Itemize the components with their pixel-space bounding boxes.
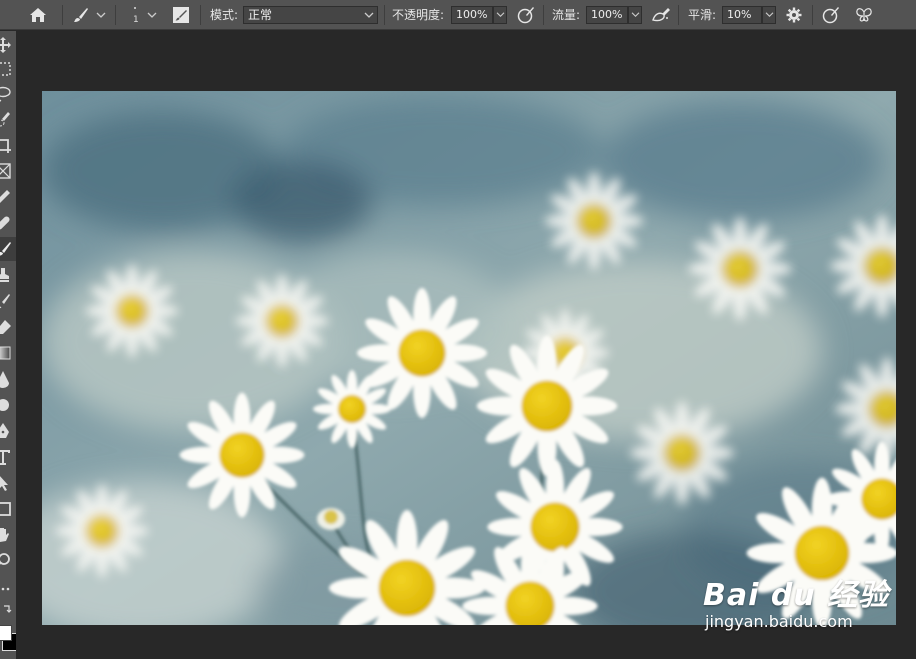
shape-icon bbox=[0, 502, 11, 516]
history-brush-icon bbox=[0, 294, 10, 309]
tool-move[interactable] bbox=[0, 33, 16, 57]
path-select-icon bbox=[0, 476, 8, 491]
tools-panel bbox=[0, 31, 16, 659]
flow-value: 100% bbox=[591, 8, 623, 21]
color-swatches[interactable] bbox=[0, 621, 16, 653]
zoom-icon bbox=[0, 553, 10, 565]
tool-crop[interactable] bbox=[0, 133, 16, 157]
pressure-opacity-icon bbox=[517, 6, 534, 23]
flow-label: 流量: bbox=[552, 8, 581, 22]
frame-icon bbox=[0, 163, 11, 179]
eyedropper-icon bbox=[0, 190, 10, 203]
smoothing-options-button[interactable] bbox=[786, 0, 802, 29]
tool-preset-picker[interactable] bbox=[72, 0, 106, 29]
crop-icon bbox=[0, 139, 11, 153]
chevron-down-icon bbox=[364, 12, 374, 18]
tool-marquee[interactable] bbox=[0, 57, 16, 81]
butterfly-icon bbox=[856, 7, 872, 22]
pressure-opacity-button[interactable] bbox=[517, 0, 535, 29]
chevron-down-icon bbox=[631, 12, 639, 18]
color-swatches-icon bbox=[0, 621, 16, 653]
foreground-color-swatch[interactable] bbox=[0, 625, 12, 641]
tool-lasso[interactable] bbox=[0, 82, 16, 106]
flow-dropdown[interactable] bbox=[628, 5, 642, 24]
opacity-dropdown[interactable] bbox=[493, 5, 507, 24]
tool-eyedropper[interactable] bbox=[0, 185, 16, 209]
brush-tip-dot bbox=[134, 7, 136, 9]
healing-icon bbox=[0, 216, 10, 230]
daisy-photo bbox=[42, 91, 896, 625]
brush-settings-toggle[interactable] bbox=[172, 0, 190, 29]
more-icon bbox=[1, 587, 10, 591]
hand-icon bbox=[0, 528, 9, 542]
tool-dodge[interactable] bbox=[0, 393, 16, 417]
brush-icon bbox=[74, 7, 88, 22]
eraser-icon bbox=[0, 320, 11, 334]
tool-blur[interactable] bbox=[0, 367, 16, 391]
tool-gradient[interactable] bbox=[0, 341, 16, 365]
opacity-input[interactable]: 100% bbox=[451, 5, 493, 24]
lasso-icon bbox=[0, 86, 11, 102]
move-icon bbox=[0, 37, 11, 53]
smoothing-dropdown[interactable] bbox=[762, 5, 776, 24]
watermark-logo: Bai du 经验 bbox=[703, 578, 890, 613]
brush-size-picker[interactable]: 1 bbox=[125, 0, 165, 29]
tool-type[interactable] bbox=[0, 445, 16, 469]
blur-icon bbox=[0, 371, 9, 388]
tool-shape[interactable] bbox=[0, 497, 16, 521]
tool-quick-select[interactable] bbox=[0, 107, 16, 131]
document-canvas-image[interactable] bbox=[42, 91, 896, 625]
airbrush-icon bbox=[652, 7, 670, 21]
tool-zoom[interactable] bbox=[0, 549, 16, 573]
marquee-icon bbox=[0, 62, 11, 76]
smoothing-value: 10% bbox=[727, 8, 752, 21]
brush-icon bbox=[0, 242, 11, 256]
symmetry-button[interactable] bbox=[855, 0, 873, 29]
opacity-label: 不透明度: bbox=[392, 8, 445, 22]
tool-frame[interactable] bbox=[0, 159, 16, 183]
chevron-down-icon bbox=[96, 12, 106, 18]
pen-icon bbox=[0, 423, 9, 438]
options-bar: 1 模式: 正常 不透明度: 100% 流量: 100% 平滑: 10% bbox=[0, 0, 916, 30]
opacity-value: 100% bbox=[456, 8, 488, 21]
blend-mode-select[interactable]: 正常 bbox=[243, 0, 378, 29]
brush-size-value: 1 bbox=[133, 15, 139, 25]
flow-input[interactable]: 100% bbox=[586, 5, 628, 24]
dodge-icon bbox=[0, 399, 9, 411]
tool-brush[interactable] bbox=[0, 237, 16, 261]
gear-icon bbox=[786, 7, 802, 22]
tool-path-select[interactable] bbox=[0, 471, 16, 495]
smoothing-label: 平滑: bbox=[688, 8, 717, 22]
airbrush-button[interactable] bbox=[651, 0, 671, 29]
tool-hand[interactable] bbox=[0, 523, 16, 547]
gradient-icon bbox=[0, 346, 11, 360]
tool-history-brush[interactable] bbox=[0, 289, 16, 313]
type-icon bbox=[0, 450, 10, 465]
blend-mode-value: 正常 bbox=[248, 8, 273, 22]
tool-pen[interactable] bbox=[0, 419, 16, 443]
pressure-size-button[interactable] bbox=[822, 0, 840, 29]
chevron-down-icon bbox=[765, 12, 773, 18]
tool-eraser[interactable] bbox=[0, 315, 16, 339]
swap-colors-button[interactable] bbox=[0, 601, 16, 619]
watermark-url: jingyan.baidu.com bbox=[705, 612, 853, 631]
baidu-watermark: Bai du 经验 jingyan.baidu.com bbox=[703, 570, 889, 631]
mode-label: 模式: bbox=[210, 8, 239, 22]
quick-select-icon bbox=[0, 112, 10, 127]
brush-panel-icon bbox=[173, 6, 189, 23]
chevron-down-icon bbox=[147, 12, 157, 18]
chevron-down-icon bbox=[496, 12, 504, 18]
home-icon bbox=[30, 7, 46, 22]
tool-stamp[interactable] bbox=[0, 263, 16, 287]
tool-more[interactable] bbox=[0, 577, 16, 601]
smoothing-input[interactable]: 10% bbox=[722, 5, 762, 24]
swap-colors-icon bbox=[4, 605, 12, 613]
pressure-size-icon bbox=[822, 6, 839, 23]
stamp-icon bbox=[0, 268, 9, 282]
tool-healing[interactable] bbox=[0, 211, 16, 235]
home-button[interactable] bbox=[29, 0, 47, 29]
